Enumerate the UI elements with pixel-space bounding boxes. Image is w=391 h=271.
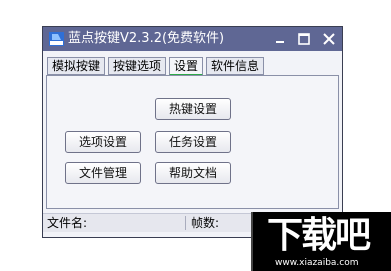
hotkey-settings-button[interactable]: 热键设置 — [155, 98, 231, 120]
tab-software-info[interactable]: 软件信息 — [206, 57, 265, 75]
watermark: 下载吧 www.xiazaiba.com — [251, 212, 391, 271]
settings-panel: 热键设置 选项设置 任务设置 文件管理 帮助文档 — [46, 75, 339, 209]
help-docs-button[interactable]: 帮助文档 — [155, 162, 231, 184]
task-settings-button[interactable]: 任务设置 — [155, 131, 231, 153]
title-bar[interactable]: 蓝点按键V2.3.2(免费软件) — [43, 27, 342, 51]
maximize-icon[interactable] — [295, 30, 313, 48]
tab-simulate-keys[interactable]: 模拟按键 — [47, 57, 106, 75]
minimize-icon[interactable] — [272, 30, 290, 48]
option-settings-button[interactable]: 选项设置 — [65, 131, 141, 153]
watermark-logo: 下载吧 — [267, 215, 371, 256]
tab-settings[interactable]: 设置 — [169, 57, 204, 76]
app-icon — [49, 32, 64, 46]
frames-label: 帧数: — [191, 216, 220, 230]
watermark-url: www.xiazaiba.com — [275, 258, 359, 268]
filename-label: 文件名: — [47, 216, 88, 230]
file-management-button[interactable]: 文件管理 — [65, 162, 141, 184]
app-window: 蓝点按键V2.3.2(免费软件) 模拟按键 按键选项 设置 软件信息 热键设置 … — [42, 26, 343, 238]
close-icon[interactable] — [320, 30, 338, 48]
tab-bar: 模拟按键 按键选项 设置 软件信息 — [47, 57, 265, 76]
tab-key-options[interactable]: 按键选项 — [108, 57, 167, 75]
window-title: 蓝点按键V2.3.2(免费软件) — [68, 31, 225, 46]
status-divider — [185, 216, 186, 230]
